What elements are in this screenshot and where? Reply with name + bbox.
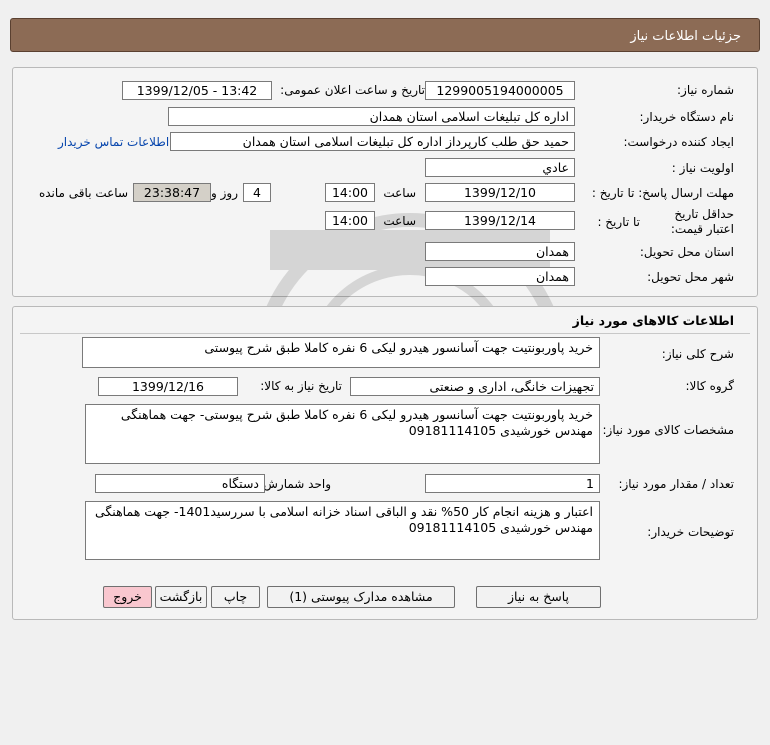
page-header: جزئیات اطلاعات نیاز xyxy=(10,18,760,52)
validity-date-field: 1399/12/14 xyxy=(425,211,575,230)
buyer-org-field: اداره کل تبلیغات اسلامی استان همدان xyxy=(168,107,575,126)
priority-label: اولویت نیاز : xyxy=(671,161,734,175)
need-number-label: شماره نیاز: xyxy=(677,83,734,97)
summary-field: خرید پاوربونتیت جهت آسانسور هیدرو لیکی 6… xyxy=(82,337,600,368)
days-label: روز و xyxy=(211,186,238,200)
province-field: همدان xyxy=(425,242,575,261)
section-divider xyxy=(20,333,750,334)
quantity-label: تعداد / مقدار مورد نیاز: xyxy=(618,477,734,491)
announce-datetime-field: 1399/12/05 - 13:42 xyxy=(122,81,272,100)
deadline-time-field: 14:00 xyxy=(325,183,375,202)
goods-group-label: گروه کالا: xyxy=(685,379,735,393)
need-date-label: تاریخ نیاز به کالا: xyxy=(260,379,342,393)
need-info-panel xyxy=(12,67,758,297)
announce-datetime-label: تاریخ و ساعت اعلان عمومی: xyxy=(280,83,425,97)
view-attachments-button[interactable]: مشاهده مدارک پیوستی (1) xyxy=(267,586,455,608)
summary-label: شرح کلی نیاز: xyxy=(661,347,734,361)
exit-button[interactable]: خروج xyxy=(103,586,152,608)
deadline-time-label: ساعت xyxy=(383,186,416,200)
buyer-contact-link[interactable]: اطلاعات تماس خریدار xyxy=(58,135,169,149)
unit-label: واحد شمارش: xyxy=(259,477,331,491)
need-date-field: 1399/12/16 xyxy=(98,377,238,396)
province-label: استان محل تحویل: xyxy=(639,245,734,259)
back-button[interactable]: بازگشت xyxy=(155,586,207,608)
specs-label: مشخصات کالای مورد نیاز: xyxy=(602,423,734,437)
price-validity-label: حداقل تاریخ اعتبار قیمت: xyxy=(670,207,734,236)
buyer-org-label: نام دستگاه خریدار: xyxy=(639,110,735,124)
validity-to-label: تا تاریخ : xyxy=(597,215,640,229)
requester-field: حمید حق طلب کارپرداز اداره کل تبلیغات اس… xyxy=(170,132,575,151)
unit-field: دستگاه xyxy=(95,474,265,493)
goods-group-field: تجهیزات خانگی، اداری و صنعتی xyxy=(350,377,600,396)
reply-button[interactable]: پاسخ به نیاز xyxy=(476,586,601,608)
buyer-notes-label: توضیحات خریدار: xyxy=(647,525,734,539)
remaining-time-counter: 23:38:47 xyxy=(133,183,211,202)
city-field: همدان xyxy=(425,267,575,286)
page-title: جزئیات اطلاعات نیاز xyxy=(630,29,741,44)
city-label: شهر محل تحویل: xyxy=(647,270,734,284)
priority-field: عادي xyxy=(425,158,575,177)
quantity-field: 1 xyxy=(425,474,600,493)
remaining-time-label: ساعت باقی مانده xyxy=(38,186,128,200)
validity-time-label: ساعت xyxy=(383,214,416,228)
print-button[interactable]: چاپ xyxy=(211,586,260,608)
deadline-date-field: 1399/12/10 xyxy=(425,183,575,202)
deadline-label: مهلت ارسال پاسخ: تا تاریخ : xyxy=(591,186,734,200)
validity-time-field: 14:00 xyxy=(325,211,375,230)
specs-field: خرید پاوربونتیت جهت آسانسور هیدرو لیکی 6… xyxy=(85,404,600,464)
need-number-field: 1299005194000005 xyxy=(425,81,575,100)
requester-label: ایجاد کننده درخواست: xyxy=(623,135,734,149)
days-remaining-field: 4 xyxy=(243,183,271,202)
buyer-notes-field: اعتبار و هزینه انجام کار 50% نقد و الباق… xyxy=(85,501,600,560)
goods-section-title: اطلاعات کالاهای مورد نیاز xyxy=(572,313,734,328)
